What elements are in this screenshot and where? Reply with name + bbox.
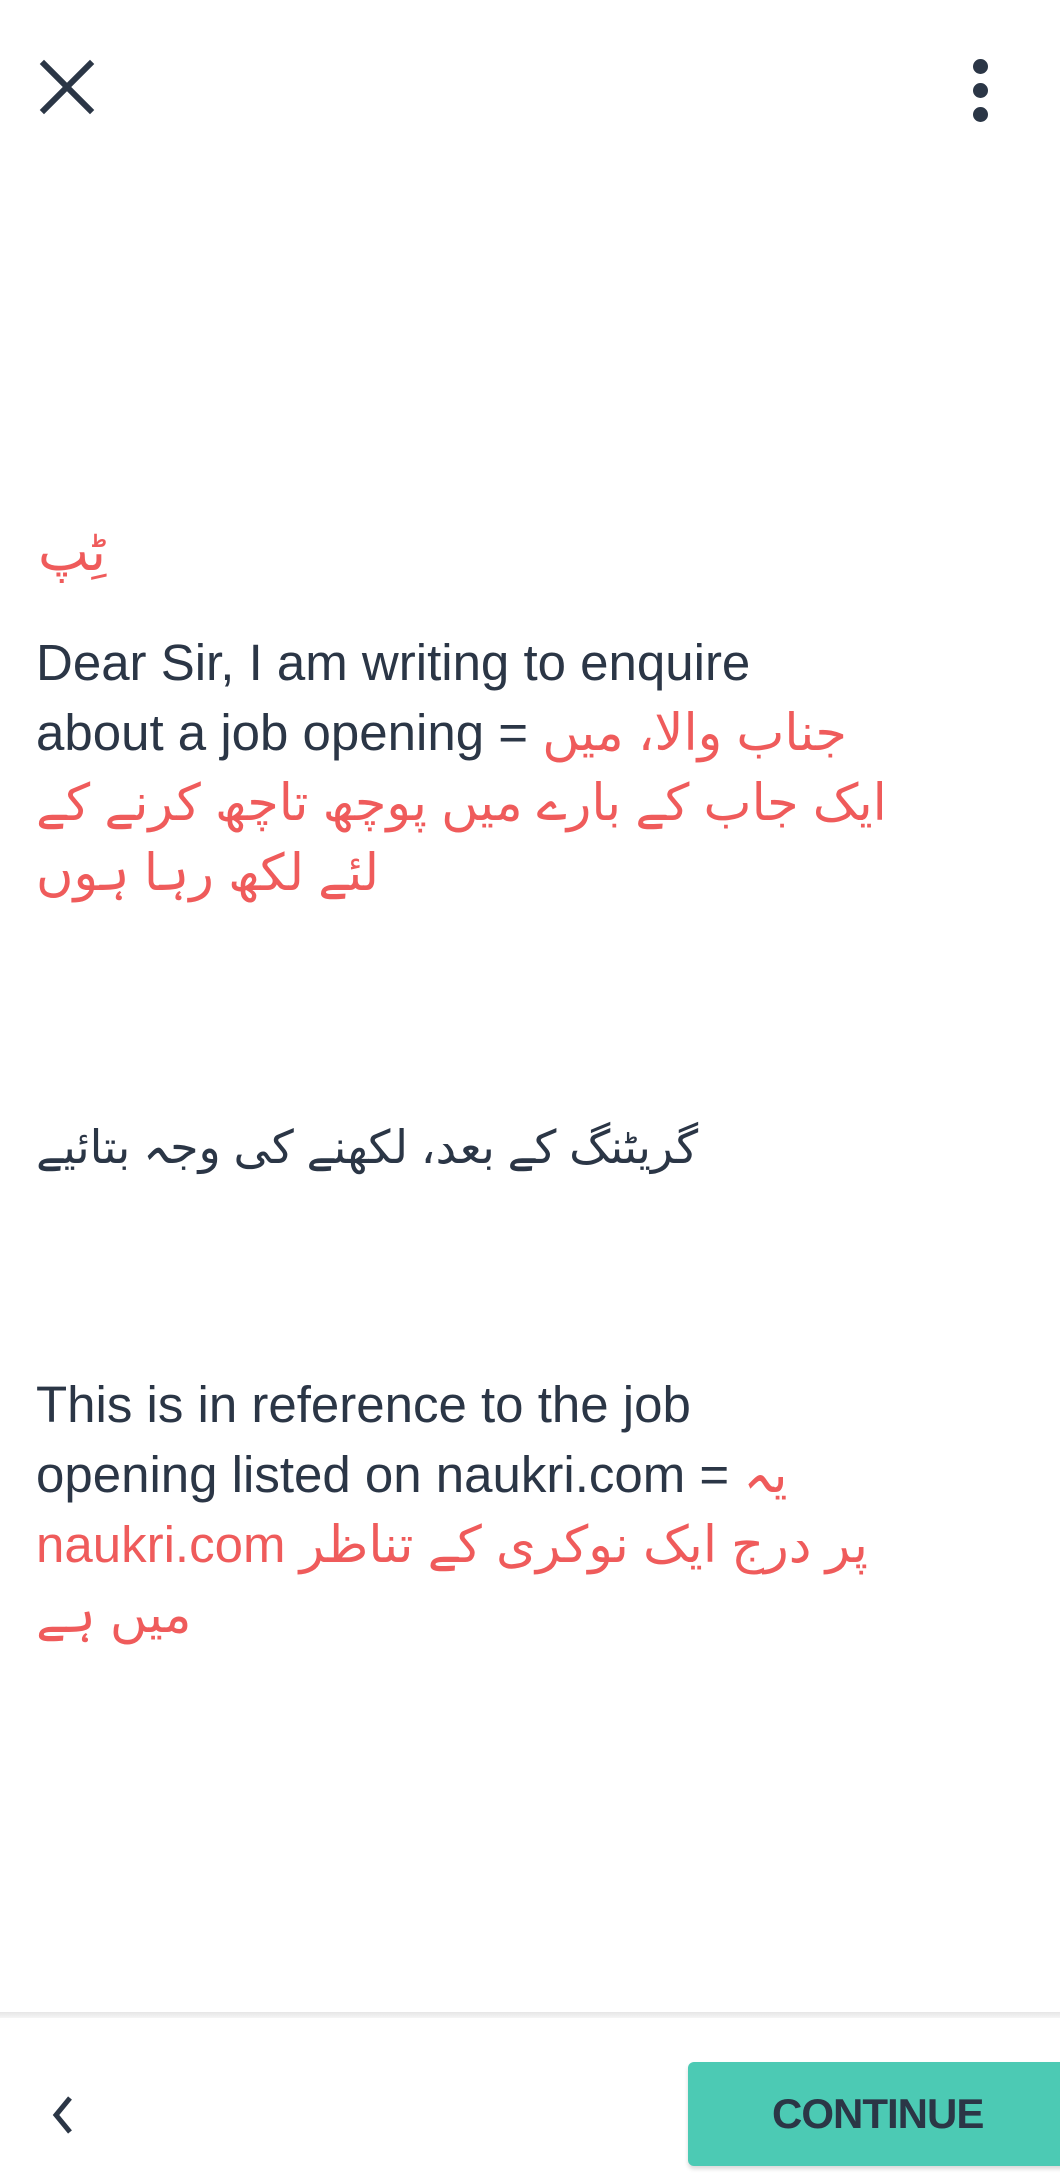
- example-reason: This is in reference to the job opening …: [36, 1370, 1016, 1650]
- more-options-icon[interactable]: [960, 50, 1000, 150]
- chevron-left-icon[interactable]: [48, 2092, 78, 2138]
- urdu-translation: جناب والا، میں: [542, 704, 847, 761]
- footer-divider: [0, 2012, 1060, 2018]
- instruction-text: گریٹنگ کے بعد، لکھنے کی وجہ بتائیے: [36, 1121, 699, 1173]
- urdu-translation: naukri.com پر درج ایک نوکری کے تناظر: [36, 1516, 868, 1573]
- urdu-translation: میں ہے: [36, 1586, 192, 1643]
- example-greeting: Dear Sir, I am writing to enquire about …: [36, 628, 1016, 908]
- close-icon[interactable]: [38, 58, 96, 116]
- english-line: This is in reference to the job: [36, 1376, 691, 1433]
- tip-title: ٹِپ: [38, 522, 107, 582]
- english-line: opening listed on naukri.com = یہ: [36, 1446, 788, 1503]
- english-line: about a job opening = جناب والا، میں: [36, 704, 847, 761]
- urdu-translation: ایک جاب کے بارے میں پوچھ تاچھ کرنے کے: [36, 774, 887, 831]
- continue-button[interactable]: CONTINUE: [688, 2062, 1060, 2166]
- urdu-translation: لئے لکھ رہا ہوں: [36, 844, 379, 901]
- urdu-translation: یہ: [743, 1446, 788, 1503]
- english-line: Dear Sir, I am writing to enquire: [36, 634, 751, 691]
